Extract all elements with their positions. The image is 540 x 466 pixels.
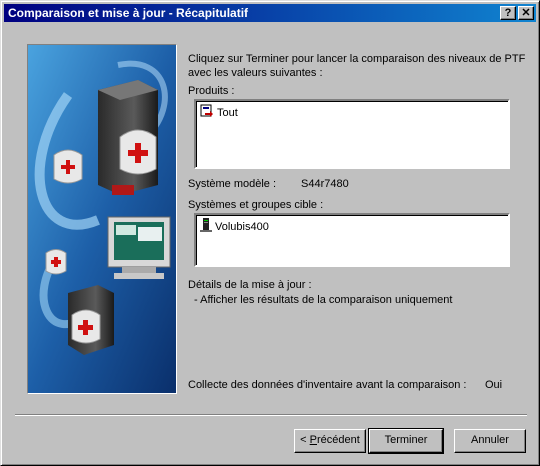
dialog-window: Comparaison et mise à jour - Récapitulat… (0, 0, 540, 466)
wizard-illustration-graphic (28, 45, 176, 393)
update-details-label: Détails de la mise à jour : (188, 279, 312, 291)
back-label: récédent (317, 434, 360, 446)
title-bar[interactable]: Comparaison et mise à jour - Récapitulat… (4, 4, 536, 22)
cancel-label: Annuler (471, 434, 509, 446)
back-mnemonic: P (309, 434, 317, 446)
products-list[interactable]: Tout (194, 99, 510, 169)
cancel-button[interactable]: Annuler (454, 429, 526, 453)
update-details-value: - Afficher les résultats de la comparais… (194, 294, 453, 306)
finish-button[interactable]: Terminer (368, 428, 444, 454)
system-icon (200, 218, 212, 235)
intro-line-2: avec les valeurs suivantes : (188, 67, 323, 79)
targets-list[interactable]: Volubis400 (194, 213, 510, 267)
targets-label: Systèmes et groupes cible : (188, 199, 324, 211)
window-title: Comparaison et mise à jour - Récapitulat… (8, 6, 249, 20)
list-item[interactable]: Tout (200, 104, 238, 121)
separator (15, 414, 527, 416)
back-prefix: < (300, 434, 310, 446)
first-aid-kit-icon (119, 129, 157, 175)
close-button[interactable]: ✕ (518, 6, 534, 20)
list-item[interactable]: Volubis400 (200, 218, 269, 235)
back-button[interactable]: < Précédent (294, 429, 366, 453)
products-label: Produits : (188, 85, 235, 97)
model-system-value: S44r7480 (301, 178, 349, 190)
help-icon: ? (504, 7, 512, 19)
intro-line-1: Cliquez sur Terminer pour lancer la comp… (188, 53, 526, 65)
product-name: Tout (217, 106, 238, 119)
inventory-label: Collecte des données d'inventaire avant … (188, 379, 467, 391)
help-button[interactable]: ? (500, 6, 516, 20)
model-system-label: Système modèle : (188, 178, 277, 190)
target-name: Volubis400 (215, 220, 269, 233)
wizard-illustration (27, 44, 177, 394)
finish-label: Terminer (384, 434, 428, 446)
close-icon: ✕ (521, 7, 531, 19)
inventory-value: Oui (485, 379, 503, 391)
product-icon (200, 104, 214, 121)
